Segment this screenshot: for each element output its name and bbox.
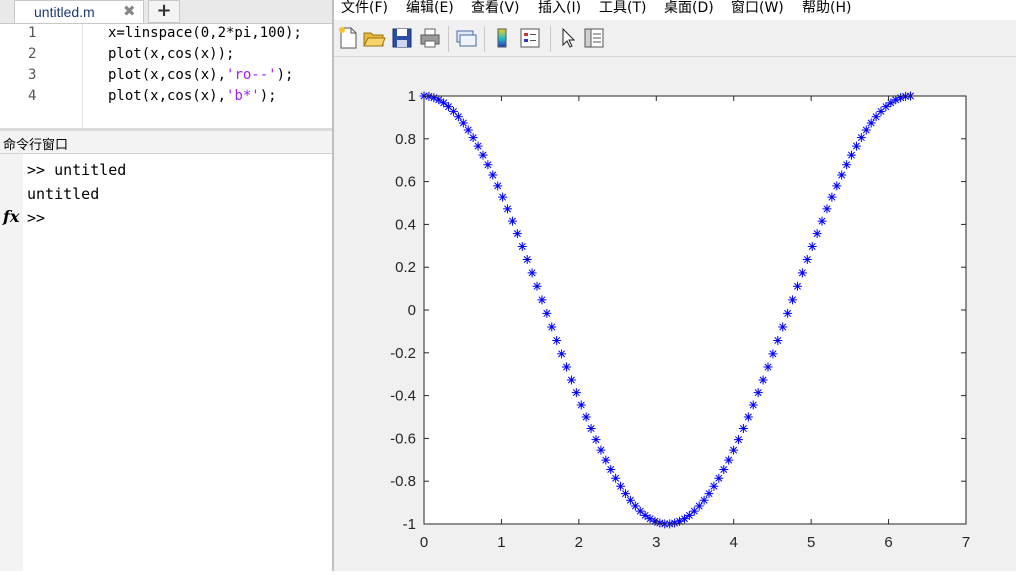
data-point-star [498, 192, 508, 202]
y-tick-label: -0.2 [390, 345, 416, 362]
menu-edit[interactable]: 编辑(E) [406, 0, 454, 16]
code-text: x=linspace(0,2*pi,100); [108, 25, 302, 41]
command-prompt[interactable]: >> [27, 209, 45, 227]
link-plot-icon[interactable] [454, 26, 478, 50]
code-line[interactable]: plot(x,cos(x)); [108, 46, 234, 62]
command-window-title: 命令行窗口 [3, 138, 69, 153]
y-tick-label: -1 [403, 516, 416, 533]
command-line: untitled [27, 185, 100, 203]
x-tick-label: 6 [884, 534, 892, 551]
menu-view[interactable]: 查看(V) [471, 0, 520, 16]
data-point-star [478, 150, 488, 160]
x-tick-label: 2 [575, 534, 583, 551]
line-number: 4 [28, 88, 37, 104]
code-string: 'ro--' [226, 67, 277, 83]
toolbar-separator [448, 26, 449, 52]
property-inspector-icon[interactable] [582, 26, 606, 50]
data-point-star [837, 170, 847, 180]
command-window[interactable]: fx >> untitled untitled >> [0, 154, 332, 571]
menu-window[interactable]: 窗口(W) [731, 0, 784, 16]
menu-desktop[interactable]: 桌面(D) [664, 0, 714, 16]
y-tick-label: 0.6 [395, 174, 416, 191]
toolbar-separator [550, 26, 551, 52]
open-file-icon[interactable] [362, 26, 386, 50]
data-point-star [483, 160, 493, 170]
line-number: 3 [28, 67, 37, 83]
plot-area: 0 1 2 3 4 5 6 7 1 0.8 0.6 0.4 0.2 0 -0.2 -0.4 -0.6 -0.8 -1 [334, 57, 1016, 571]
code-text: plot(x,cos(x), [108, 67, 227, 83]
x-tick-label: 1 [497, 534, 505, 551]
code-string: 'b*' [226, 88, 260, 104]
y-tick-label: 0.4 [395, 216, 416, 233]
tab-untitled-m[interactable]: untitled.m ✖ [14, 0, 144, 23]
close-tab-icon[interactable]: ✖ [123, 2, 136, 20]
x-tick-label: 4 [730, 534, 738, 551]
matlab-left-panel: untitled.m ✖ + 1 2 3 4 x=linspace(0,2*pi… [0, 0, 332, 571]
y-tick-label: -0.4 [390, 388, 416, 405]
command-window-header: 命令行窗口 [0, 131, 332, 154]
figure-toolbar [334, 20, 1016, 57]
add-tab-button[interactable]: + [148, 0, 180, 23]
menu-insert[interactable]: 插入(I) [538, 0, 581, 16]
line-number: 1 [28, 25, 37, 41]
line-number: 2 [28, 46, 37, 62]
new-figure-icon[interactable] [336, 26, 360, 50]
figure-window: 文件(F) 编辑(E) 查看(V) 插入(I) 工具(T) 桌面(D) 窗口(W… [334, 0, 1016, 571]
insert-legend-icon[interactable] [518, 26, 542, 50]
editor-tab-bar: untitled.m ✖ + [0, 0, 332, 24]
y-tick-label: -0.6 [390, 430, 416, 447]
print-icon[interactable] [418, 26, 442, 50]
fx-function-browser-icon[interactable]: fx [3, 207, 19, 226]
code-text: plot(x,cos(x), [108, 88, 227, 104]
axes-background [424, 96, 966, 524]
code-text: ); [276, 67, 294, 83]
code-text: plot(x,cos(x)); [108, 46, 235, 62]
data-point-star [463, 125, 473, 135]
menu-file[interactable]: 文件(F) [341, 0, 388, 16]
y-tick-label: -0.8 [390, 473, 416, 490]
figure-menubar: 文件(F) 编辑(E) 查看(V) 插入(I) 工具(T) 桌面(D) 窗口(W… [334, 0, 1016, 20]
x-tick-label: 0 [420, 534, 428, 551]
x-tick-label: 3 [652, 534, 660, 551]
code-text: ); [259, 88, 277, 104]
toolbar-separator [484, 26, 485, 52]
data-point-star [493, 181, 503, 191]
menu-tools[interactable]: 工具(T) [599, 0, 646, 16]
edit-plot-arrow-icon[interactable] [556, 26, 580, 50]
data-point-star [847, 150, 857, 160]
insert-colorbar-icon[interactable] [490, 26, 514, 50]
code-line[interactable]: plot(x,cos(x),'b*'); [108, 88, 277, 104]
save-icon[interactable] [390, 26, 414, 50]
y-tick-label: 1 [408, 88, 416, 105]
code-line[interactable]: plot(x,cos(x),'ro--'); [108, 67, 293, 83]
code-editor[interactable]: 1 2 3 4 x=linspace(0,2*pi,100); plot(x,c… [0, 24, 332, 128]
y-tick-label: 0.8 [395, 131, 416, 148]
x-tick-label: 5 [807, 534, 815, 551]
code-line[interactable]: x=linspace(0,2*pi,100); [108, 25, 302, 41]
line-number-gutter: 1 2 3 4 [0, 24, 83, 128]
y-tick-label: 0.2 [395, 259, 416, 276]
command-line: >> untitled [27, 161, 127, 179]
x-tick-label: 7 [962, 534, 970, 551]
y-tick-label: 0 [408, 302, 416, 319]
cosine-scatter-chart[interactable]: 0 1 2 3 4 5 6 7 1 0.8 0.6 0.4 0.2 0 -0.2 -0.4 -0.6 -0.8 -1 [334, 57, 1016, 571]
tab-label: untitled.m [34, 4, 95, 20]
menu-help[interactable]: 帮助(H) [802, 0, 851, 16]
